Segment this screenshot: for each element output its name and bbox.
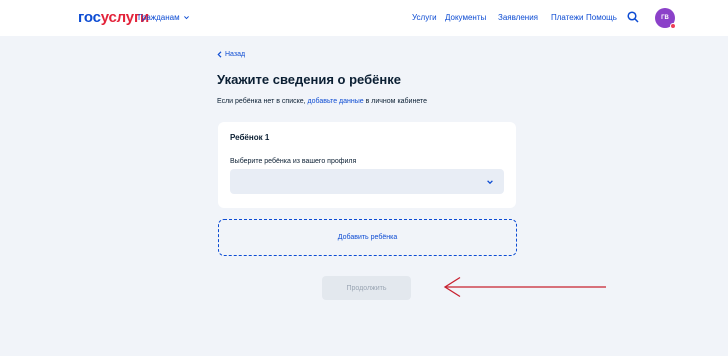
top-header: госуслуги Гражданам Услуги Документы Зая… [0, 0, 728, 36]
add-data-link[interactable]: добавьте данные [308, 98, 364, 105]
logo-part-gos: гос [78, 9, 101, 26]
child-select-label: Выберите ребёнка из вашего профиля [230, 158, 357, 165]
continue-button[interactable]: Продолжить [322, 276, 411, 300]
citizen-menu-label: Гражданам [138, 13, 180, 22]
add-child-label: Добавить ребёнка [337, 234, 398, 241]
chevron-down-icon [183, 16, 189, 20]
nav-payments[interactable]: Платежи [551, 13, 583, 22]
notification-dot [670, 23, 676, 29]
add-child-button[interactable]: Добавить ребёнка [218, 219, 517, 256]
child-select[interactable] [230, 169, 504, 194]
back-label: Назад [225, 51, 246, 58]
chevron-left-icon [217, 51, 222, 58]
nav-documents[interactable]: Документы [445, 13, 486, 22]
nav-services[interactable]: Услуги [412, 13, 437, 22]
avatar-initials: ГВ [661, 15, 669, 21]
subtitle-text-before: Если ребёнка нет в списке, [217, 98, 308, 105]
page-title: Укажите сведения о ребёнке [217, 72, 401, 87]
child-card: Ребёнок 1 Выберите ребёнка из вашего про… [218, 122, 516, 208]
annotation-arrow-icon [443, 276, 606, 298]
nav-applications[interactable]: Заявления [498, 13, 538, 22]
search-icon[interactable] [627, 11, 639, 23]
chevron-down-icon [487, 180, 493, 185]
nav-help[interactable]: Помощь [586, 13, 617, 22]
continue-label: Продолжить [346, 284, 387, 292]
subtitle-text-after: в личном кабинете [363, 98, 428, 105]
back-link[interactable]: Назад [217, 51, 245, 58]
page-subtitle: Если ребёнка нет в списке, добавьте данн… [217, 98, 427, 105]
child-card-title: Ребёнок 1 [230, 133, 270, 142]
citizen-menu[interactable]: Гражданам [138, 13, 190, 22]
